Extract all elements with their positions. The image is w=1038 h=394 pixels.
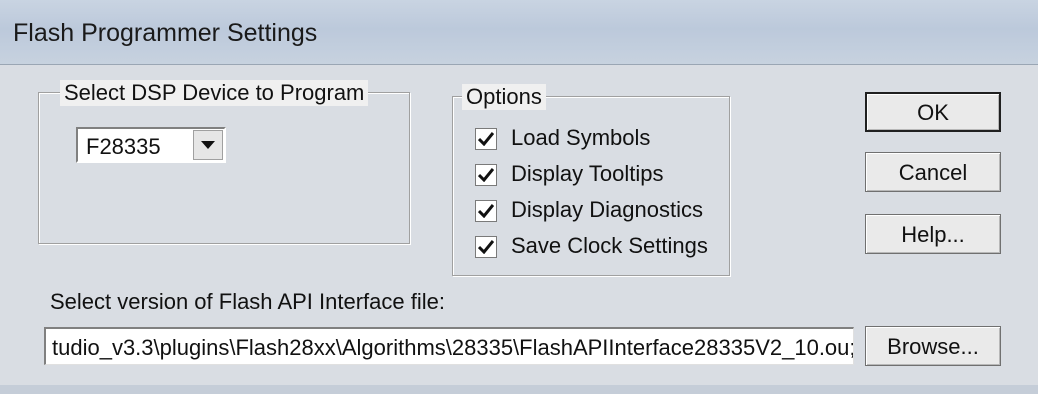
checkmark-icon — [478, 168, 494, 182]
help-button[interactable]: Help... — [865, 214, 1001, 254]
load-symbols-checkbox[interactable] — [475, 128, 497, 150]
window-bottom-edge — [0, 385, 1038, 394]
display-diagnostics-checkbox[interactable] — [475, 200, 497, 222]
device-select[interactable]: F28335 — [76, 127, 226, 163]
api-file-label: Select version of Flash API Interface fi… — [50, 289, 445, 314]
api-file-path-input[interactable]: tudio_v3.3\plugins\Flash28xx\Algorithms\… — [44, 327, 854, 365]
checkmark-icon — [478, 204, 494, 218]
chevron-down-icon[interactable] — [193, 130, 223, 160]
cancel-button[interactable]: Cancel — [865, 152, 1001, 192]
load-symbols-label: Load Symbols — [511, 125, 651, 150]
checkmark-icon — [478, 132, 494, 146]
display-tooltips-checkbox[interactable] — [475, 164, 497, 186]
device-group — [38, 92, 410, 244]
ok-button[interactable]: OK — [865, 92, 1001, 132]
display-diagnostics-label: Display Diagnostics — [511, 197, 703, 222]
device-group-legend: Select DSP Device to Program — [60, 80, 369, 106]
options-group-legend: Options — [462, 84, 546, 110]
title-bar[interactable]: Flash Programmer Settings — [0, 0, 1038, 65]
device-select-value: F28335 — [86, 134, 161, 159]
checkmark-icon — [478, 240, 494, 254]
api-file-path-value: tudio_v3.3\plugins\Flash28xx\Algorithms\… — [52, 335, 854, 360]
window-title: Flash Programmer Settings — [13, 19, 318, 47]
save-clock-settings-checkbox[interactable] — [475, 236, 497, 258]
browse-button[interactable]: Browse... — [865, 326, 1001, 366]
save-clock-settings-label: Save Clock Settings — [511, 233, 708, 258]
display-tooltips-label: Display Tooltips — [511, 161, 664, 186]
